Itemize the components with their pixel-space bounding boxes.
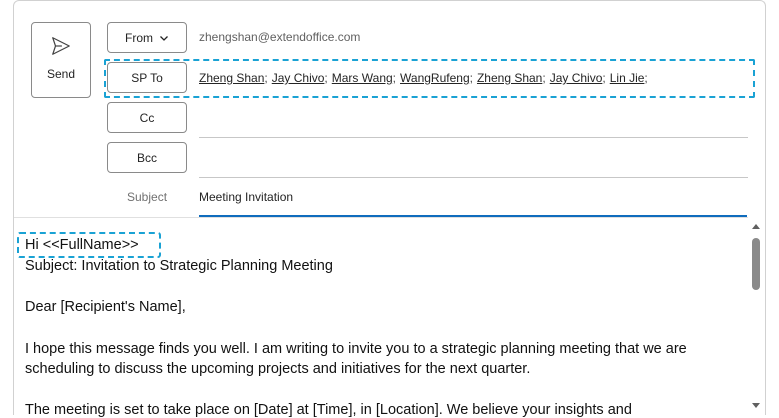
send-button[interactable]: Send (31, 22, 91, 98)
recipient-separator: ; (392, 71, 397, 85)
to-recipients-field[interactable]: Zheng Shan; Jay Chivo; Mars Wang; WangRufen… (199, 71, 652, 85)
recipient-chip[interactable]: Jay Chivo (272, 71, 325, 85)
recipient-separator: ; (264, 71, 268, 85)
cc-input[interactable] (199, 137, 748, 138)
recipient-separator: ; (602, 71, 606, 85)
body-paragraph-line: The meeting is set to take place on [Dat… (25, 402, 632, 418)
recipient-chip[interactable]: WangRufeng (400, 71, 470, 85)
body-paragraph-line: scheduling to discuss the upcoming proje… (25, 361, 531, 377)
recipient-chip[interactable]: Zheng Shan (477, 71, 542, 85)
recipient-chip[interactable]: Mars Wang (332, 71, 393, 85)
subject-label: Subject (127, 190, 168, 204)
arrow-up-icon[interactable] (751, 222, 761, 232)
from-label: From (125, 30, 153, 45)
cc-button[interactable]: Cc (107, 102, 187, 133)
recipient-chip[interactable]: Jay Chivo (550, 71, 603, 85)
bcc-input[interactable] (199, 177, 748, 178)
recipient-chip[interactable]: Lin Jie (610, 71, 645, 85)
body-salutation: Dear [Recipient's Name], (25, 299, 186, 315)
recipient-separator: ; (324, 71, 328, 85)
send-icon (52, 37, 70, 55)
body-greeting: Hi <<FullName>> (25, 237, 139, 253)
bcc-label: Bcc (136, 150, 157, 165)
arrow-down-icon[interactable] (751, 400, 761, 410)
to-label: SP To (131, 70, 163, 85)
recipient-separator: ; (644, 71, 648, 85)
compose-window: Send From zhengshan@extendoffice.com SP … (0, 0, 779, 418)
chevron-down-icon (160, 35, 168, 41)
cc-label: Cc (139, 110, 155, 125)
recipient-separator: ; (469, 71, 473, 85)
subject-input[interactable]: Meeting Invitation (199, 190, 293, 204)
body-subject-line: Subject: Invitation to Strategic Plannin… (25, 258, 333, 274)
scrollbar-thumb[interactable] (752, 238, 760, 290)
to-button[interactable]: SP To (107, 62, 187, 93)
bcc-button[interactable]: Bcc (107, 142, 187, 173)
send-label: Send (46, 67, 76, 81)
from-address: zhengshan@extendoffice.com (199, 30, 361, 44)
from-button[interactable]: From (107, 22, 187, 53)
body-paragraph-line: I hope this message finds you well. I am… (25, 341, 687, 357)
recipient-separator: ; (542, 71, 546, 85)
recipient-chip[interactable]: Zheng Shan (199, 71, 264, 85)
